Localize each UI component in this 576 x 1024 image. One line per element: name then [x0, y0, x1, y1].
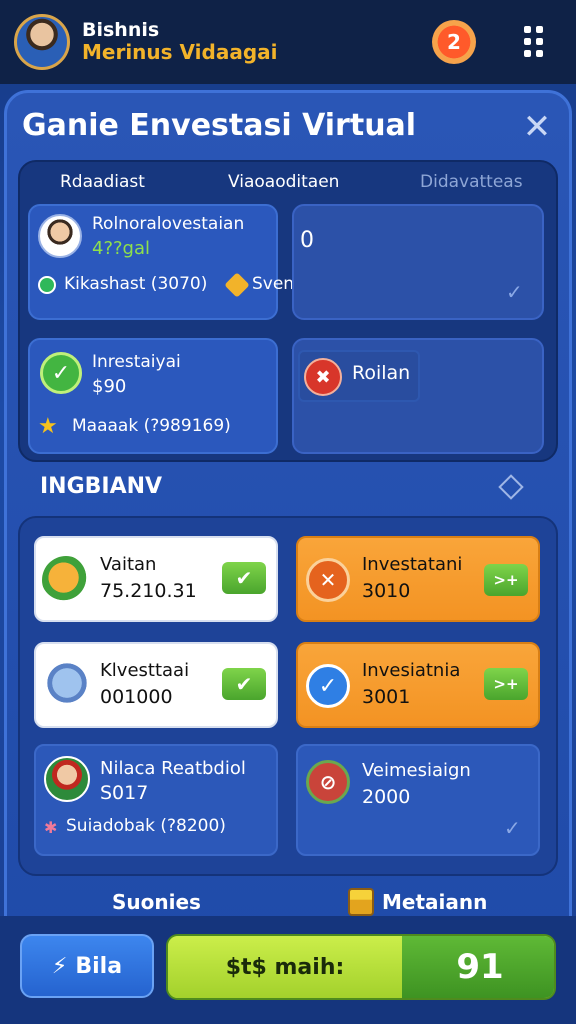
cross-coin-icon: ✕ [306, 558, 350, 602]
investor-avatar-icon [38, 214, 82, 258]
item-confirm-button[interactable]: ✔ [222, 668, 266, 700]
item-title: Klvesttaai [100, 660, 190, 681]
counter-value: 0 [300, 228, 314, 253]
item-value: S017 [100, 782, 149, 804]
forbidden-icon: ⊘ [306, 760, 350, 804]
player-avatar[interactable] [14, 14, 70, 70]
tab-viaoaoditaen[interactable]: Viaoaoditaen [228, 172, 339, 192]
invest-title: Inrestaiyai [92, 352, 181, 372]
item-value: 001000 [100, 686, 173, 708]
item-title: Investatani [362, 554, 463, 575]
balance-value: 4??gal [92, 238, 151, 259]
user-info: Bishnis Merinus Vidaagai [82, 18, 278, 65]
star-icon: ★ [38, 414, 58, 439]
main-action-label: $t$ maih: [168, 936, 402, 998]
creature-icon [42, 556, 90, 604]
user-subtitle: Merinus Vidaagai [82, 40, 278, 65]
badge-kikashast: Kikashast (3070) [64, 274, 208, 294]
item-title: Nilaca Reatbdiol [100, 758, 246, 779]
item-transfer-button[interactable]: >+ [484, 564, 528, 596]
top-bar: Bishnis Merinus Vidaagai [0, 0, 576, 84]
bila-label: Bila [75, 953, 123, 979]
dialog-title: Ganie Envestasi Virtual [22, 108, 417, 143]
check-badge-icon: ✓ [306, 664, 350, 708]
item-value: 2000 [362, 786, 411, 808]
item-title: Invesiatnia [362, 660, 461, 681]
item-confirm-button[interactable]: ✔ [222, 562, 266, 594]
item-value: 3010 [362, 580, 411, 602]
item-title: Veimesiaign [362, 760, 471, 781]
bila-button[interactable]: ⚡ Bila [20, 934, 154, 998]
item-extra: Suiadobak (?8200) [66, 816, 226, 836]
item-value: 3001 [362, 686, 411, 708]
main-action-button[interactable]: $t$ maih: 91 [166, 934, 556, 1000]
tab-rdaadiast[interactable]: Rdaadiast [60, 172, 145, 192]
inventory-heading: INGBIANV [40, 474, 163, 499]
shield-icon [38, 276, 56, 294]
username: Bishnis [82, 18, 160, 41]
roll-label: Roilan [352, 362, 411, 384]
sparkle-icon: ✱ [44, 818, 58, 837]
invest-value: $90 [92, 376, 127, 397]
item-title: Vaitan [100, 554, 157, 575]
check-icon: ✓ [506, 280, 523, 304]
main-action-value: 91 [402, 936, 554, 998]
menu-dots-icon[interactable] [524, 26, 548, 58]
tab-bar: Rdaadiast Viaoaoditaen Didavatteas [18, 172, 558, 198]
footer-left-label: Suonies [112, 890, 201, 914]
footer-right-label: Metaiann [382, 890, 488, 914]
character-avatar-icon [44, 756, 90, 802]
close-icon[interactable]: ✕ [520, 110, 554, 144]
check-circle-icon: ✓ [40, 352, 82, 394]
bird-icon [44, 660, 90, 706]
notification-badge-icon[interactable]: 2 [432, 20, 476, 64]
notification-count: 2 [447, 30, 461, 54]
treasure-box-icon [348, 888, 374, 916]
item-transfer-button[interactable]: >+ [484, 668, 528, 700]
lightning-icon: ⚡ [51, 953, 68, 979]
item-value: 75.210.31 [100, 580, 197, 602]
tab-didavatteas[interactable]: Didavatteas [420, 172, 523, 192]
balance-title: Rolnoralovestaian [92, 214, 245, 234]
check-icon: ✓ [504, 816, 521, 840]
roll-icon: ✖ [304, 358, 342, 396]
star-label: Maaaak (?989169) [72, 416, 231, 436]
